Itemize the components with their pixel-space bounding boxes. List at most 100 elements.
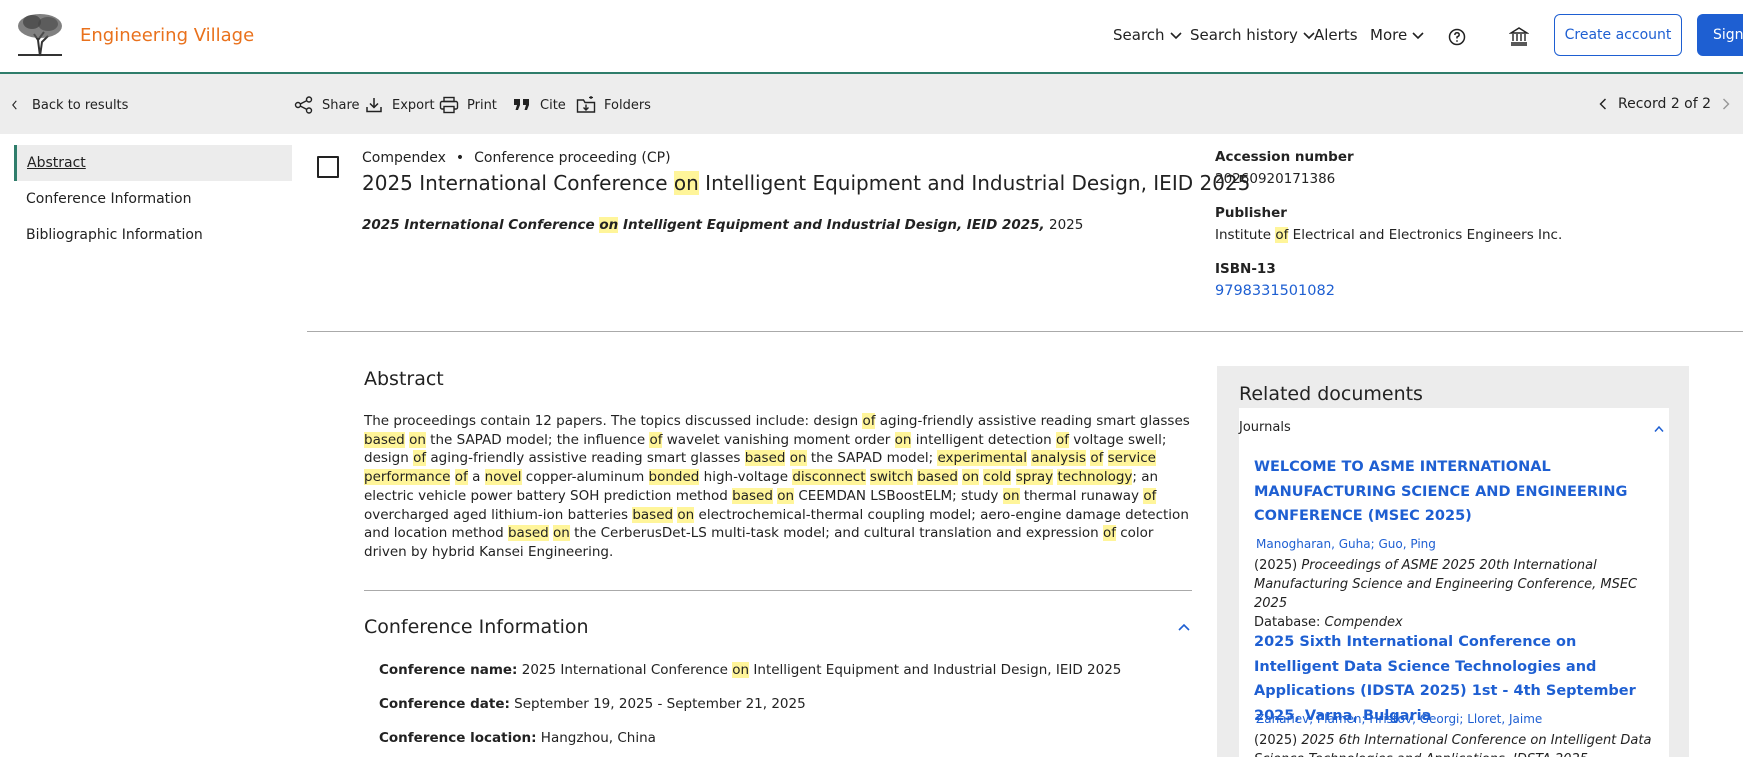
nav-more[interactable]: More	[1370, 26, 1425, 44]
text-segment: 2025 International Conference	[362, 217, 600, 233]
text-segment: aging-friendly assistive reading smart g…	[875, 413, 1190, 429]
highlighted-term: experimental	[937, 450, 1028, 467]
sign-in-button[interactable]: Sign	[1697, 14, 1743, 56]
related-doc-source-title: 2025 6th International Conference on Int…	[1254, 733, 1652, 757]
highlighted-term: performance	[364, 469, 451, 486]
highlighted-term: of	[1102, 525, 1116, 542]
highlighted-term: technology	[1057, 469, 1133, 486]
download-icon	[366, 98, 382, 113]
related-doc-year: (2025)	[1254, 733, 1302, 748]
related-doc-authors[interactable]: Manogharan, Guha; Guo, Ping	[1256, 537, 1436, 551]
conference-name-label: Conference name:	[379, 662, 518, 678]
sidenav-item-abstract[interactable]: Abstract	[14, 145, 292, 181]
conference-date-row: Conference date: September 19, 2025 - Se…	[379, 696, 806, 712]
highlighted-term: on	[553, 525, 570, 542]
related-group-label[interactable]: Journals	[1239, 420, 1291, 435]
cite-label: Cite	[540, 97, 566, 113]
chevron-up-icon[interactable]	[1653, 424, 1665, 434]
text-segment: copper-aluminum	[521, 469, 649, 486]
highlighted-term: of	[413, 450, 427, 467]
related-doc-year: (2025)	[1254, 558, 1302, 573]
related-doc-authors[interactable]: Zahariev, Plamen; Hristov, Georgi; Llore…	[1256, 712, 1542, 726]
text-segment: a	[467, 469, 485, 486]
text-segment	[1103, 450, 1107, 466]
highlighted-term: service	[1107, 450, 1156, 467]
text-segment: The proceedings contain 12 papers. The t…	[364, 413, 863, 429]
highlighted-term: on	[677, 506, 695, 523]
chevron-up-icon[interactable]	[1176, 620, 1192, 634]
related-doc-title[interactable]: WELCOME TO ASME INTERNATIONAL MANUFACTUR…	[1254, 455, 1659, 529]
sidenav-item-conference-information[interactable]: Conference Information	[14, 181, 292, 217]
text-segment: Electrical and Electronics Engineers Inc…	[1288, 227, 1563, 243]
highlighted-term: disconnect	[792, 469, 866, 486]
quote-icon	[514, 99, 529, 110]
chevron-down-icon	[1169, 32, 1182, 40]
nav-alerts[interactable]: Alerts	[1314, 26, 1358, 44]
highlighted-term: based	[632, 506, 674, 523]
text-segment: overcharged aged lithium-ion batteries	[364, 506, 633, 523]
top-header: Engineering Village Search Search histor…	[0, 0, 1743, 74]
text-segment: high-voltage	[699, 469, 793, 486]
text-segment: intelligent detection	[911, 431, 1056, 448]
record-pager: Record 2 of 2	[1598, 96, 1731, 112]
accession-value: 20260920171386	[1215, 171, 1336, 187]
conference-location-row: Conference location: Hangzhou, China	[379, 730, 656, 746]
nav-more-label: More	[1370, 26, 1408, 44]
publisher-label: Publisher	[1215, 205, 1287, 221]
highlighted-term: cold	[983, 469, 1012, 486]
isbn-block: ISBN-13 9798331501082	[1215, 261, 1335, 299]
elsevier-tree-logo[interactable]	[14, 12, 66, 58]
share-button[interactable]: Share	[294, 96, 360, 114]
nav-search-label: Search	[1113, 26, 1165, 44]
cite-button[interactable]: Cite	[512, 96, 566, 114]
document-type-label: Conference proceeding (CP)	[474, 150, 671, 166]
chevron-left-icon[interactable]	[1598, 97, 1608, 111]
abstract-text: The proceedings contain 12 papers. The t…	[364, 412, 1194, 562]
nav-search-history-label: Search history	[1190, 26, 1298, 44]
select-record-checkbox[interactable]	[317, 156, 339, 178]
institution-icon[interactable]	[1509, 26, 1529, 46]
related-documents-heading: Related documents	[1239, 383, 1423, 405]
brand-name[interactable]: Engineering Village	[80, 25, 254, 46]
highlighted-term: bonded	[648, 469, 700, 486]
text-segment: Intelligent Equipment and Industrial Des…	[698, 171, 1251, 195]
chevron-right-icon[interactable]	[1721, 97, 1731, 111]
export-button[interactable]: Export	[364, 96, 435, 114]
back-to-results-link[interactable]: Back to results	[10, 96, 128, 114]
text-segment: Institute	[1215, 227, 1276, 243]
header-divider	[307, 331, 1743, 332]
highlighted-term: based	[507, 525, 549, 542]
document-source: 2025 International Conference on Intelli…	[362, 217, 1083, 233]
back-to-results-label: Back to results	[32, 97, 129, 113]
highlighted-term: of	[1090, 450, 1104, 467]
export-label: Export	[392, 97, 435, 113]
nav-alerts-label: Alerts	[1314, 26, 1358, 44]
chevron-down-icon	[1412, 32, 1424, 40]
folder-add-icon	[576, 96, 596, 113]
highlighted-term: of	[862, 413, 876, 429]
highlighted-term: on	[962, 469, 980, 486]
help-icon[interactable]	[1448, 28, 1466, 46]
highlighted-term: spray	[1015, 469, 1054, 486]
text-segment: the SAPAD model; the influence	[425, 431, 650, 448]
abstract-heading: Abstract	[364, 368, 444, 390]
highlighted-term: of	[1275, 227, 1289, 243]
create-account-button[interactable]: Create account	[1554, 14, 1682, 56]
folders-label: Folders	[604, 97, 651, 113]
highlighted-term: on	[1002, 487, 1020, 504]
nav-search-history[interactable]: Search history	[1190, 26, 1316, 44]
nav-search[interactable]: Search	[1113, 26, 1183, 44]
folders-button[interactable]: Folders	[576, 96, 651, 114]
share-label: Share	[322, 97, 360, 113]
highlighted-term: on	[789, 450, 807, 467]
text-segment: 2025 International Conference	[517, 662, 733, 678]
highlighted-term: on	[409, 431, 426, 448]
print-button[interactable]: Print	[439, 96, 497, 114]
related-documents-panel: Related documents Journals WELCOME TO AS…	[1217, 366, 1689, 757]
isbn-link[interactable]: 9798331501082	[1215, 283, 1335, 299]
record-meta-line: Compendex • Conference proceeding (CP)	[362, 150, 671, 166]
highlighted-term: on	[894, 431, 912, 448]
related-doc-db-value: Compendex	[1324, 615, 1403, 630]
sidenav-item-bibliographic-information[interactable]: Bibliographic Information	[14, 217, 292, 253]
section-sidenav: Abstract Conference Information Bibliogr…	[14, 145, 292, 253]
